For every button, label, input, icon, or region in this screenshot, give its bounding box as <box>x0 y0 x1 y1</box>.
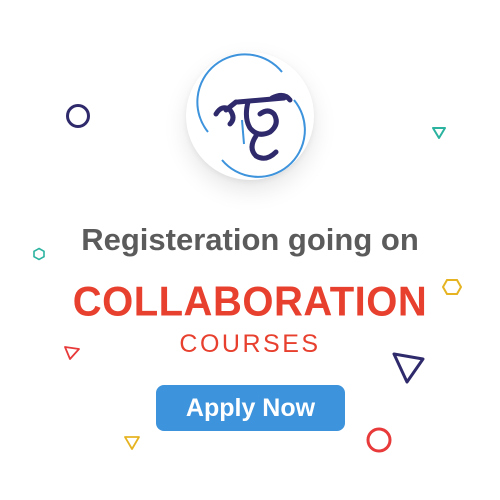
teal-triangle-icon <box>432 127 446 139</box>
headline: Registeration going on <box>81 222 419 257</box>
apply-now-button[interactable]: Apply Now <box>156 385 345 431</box>
calligraphy-logo-icon <box>196 53 306 178</box>
gold-triangle-icon <box>124 436 140 450</box>
red-circle-icon <box>366 427 392 453</box>
page-subtitle: COURSES <box>179 330 321 358</box>
navy-circle-icon <box>66 104 90 128</box>
page-title: COLLABORATION <box>72 278 428 326</box>
logo-badge <box>186 52 314 180</box>
